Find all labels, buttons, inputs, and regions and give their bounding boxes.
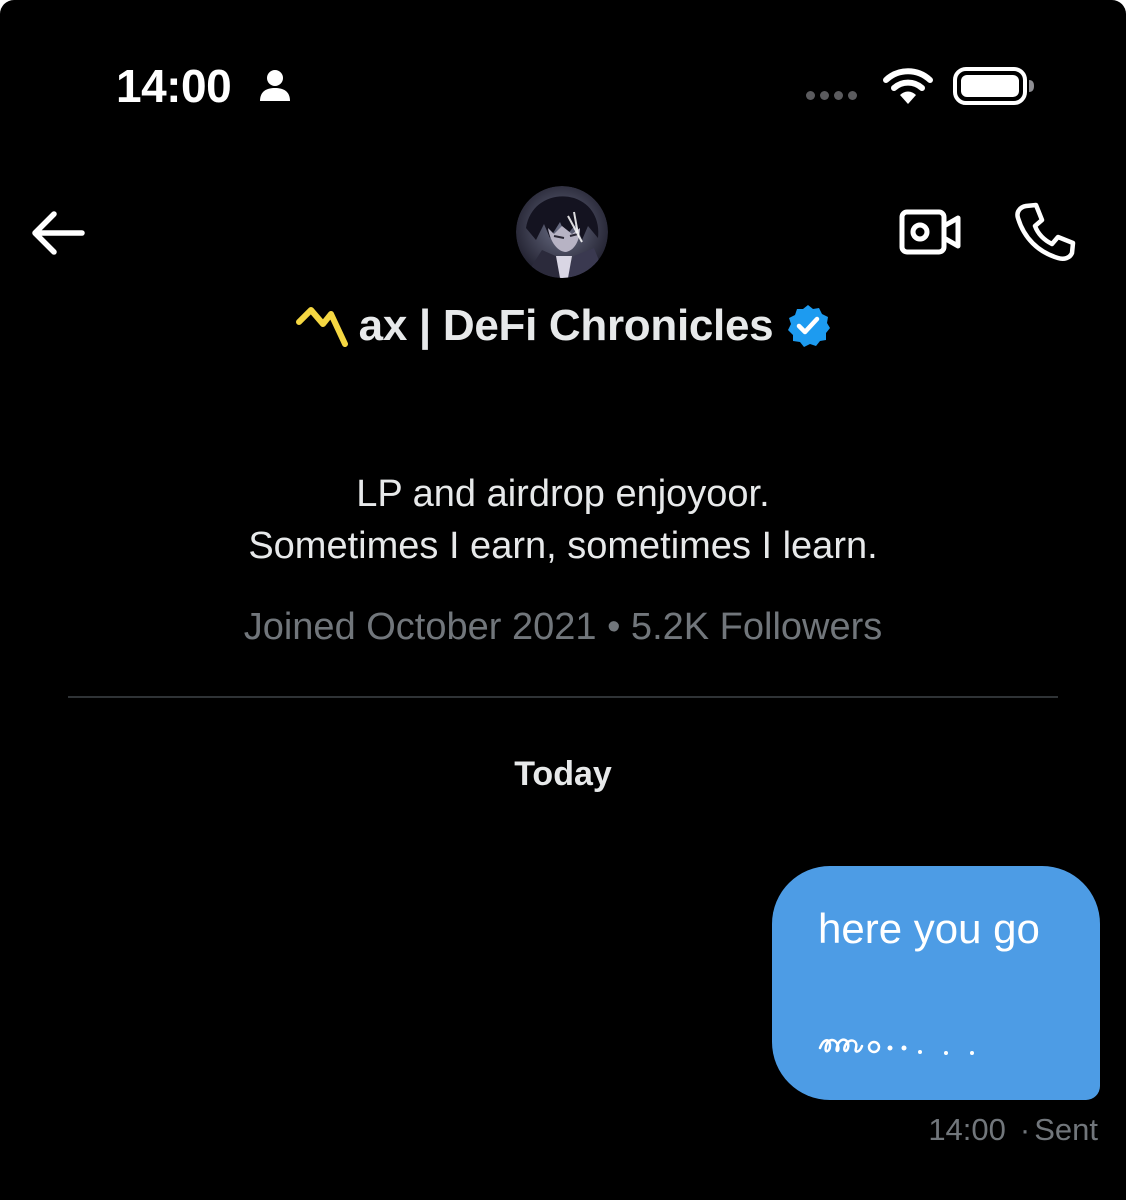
brand-logo-icon: [295, 307, 348, 347]
wifi-icon: [883, 68, 933, 104]
profile-bio: LP and airdrop enjoyoor. Sometimes I ear…: [0, 468, 1126, 572]
dm-conversation-screen: 14:00 ax | DeFi Chronicles LP and airdro…: [0, 0, 1126, 1200]
battery-icon: [953, 67, 1034, 105]
video-camera-icon[interactable]: [898, 204, 964, 260]
redacted-scribble: [818, 1038, 974, 1055]
verified-badge-icon: [788, 305, 831, 347]
profile-join-followers: Joined October 2021 • 5.2K Followers: [243, 606, 883, 648]
message-status: Sent: [1034, 1112, 1098, 1147]
signal-dots-icon: [806, 91, 857, 100]
back-arrow-icon[interactable]: [28, 206, 88, 260]
divider: [68, 696, 1058, 698]
person-icon: [260, 70, 290, 101]
profile-avatar[interactable]: [516, 186, 608, 278]
phone-icon[interactable]: [1012, 200, 1078, 264]
bio-line: LP and airdrop enjoyoor.: [356, 473, 770, 515]
bio-line: Sometimes I earn, sometimes I learn.: [248, 525, 878, 567]
outgoing-message-bubble[interactable]: here you go: [772, 866, 1100, 1100]
status-bar-time: 14:00: [116, 60, 232, 112]
date-separator: Today: [514, 755, 612, 793]
message-timestamp: 14:00 · Sent: [928, 1112, 1098, 1147]
message-time: 14:00: [928, 1112, 1006, 1147]
profile-name-row[interactable]: ax | DeFi Chronicles: [0, 298, 1126, 354]
profile-display-name: ax | DeFi Chronicles: [358, 301, 774, 350]
message-text: here you go: [818, 905, 1040, 952]
